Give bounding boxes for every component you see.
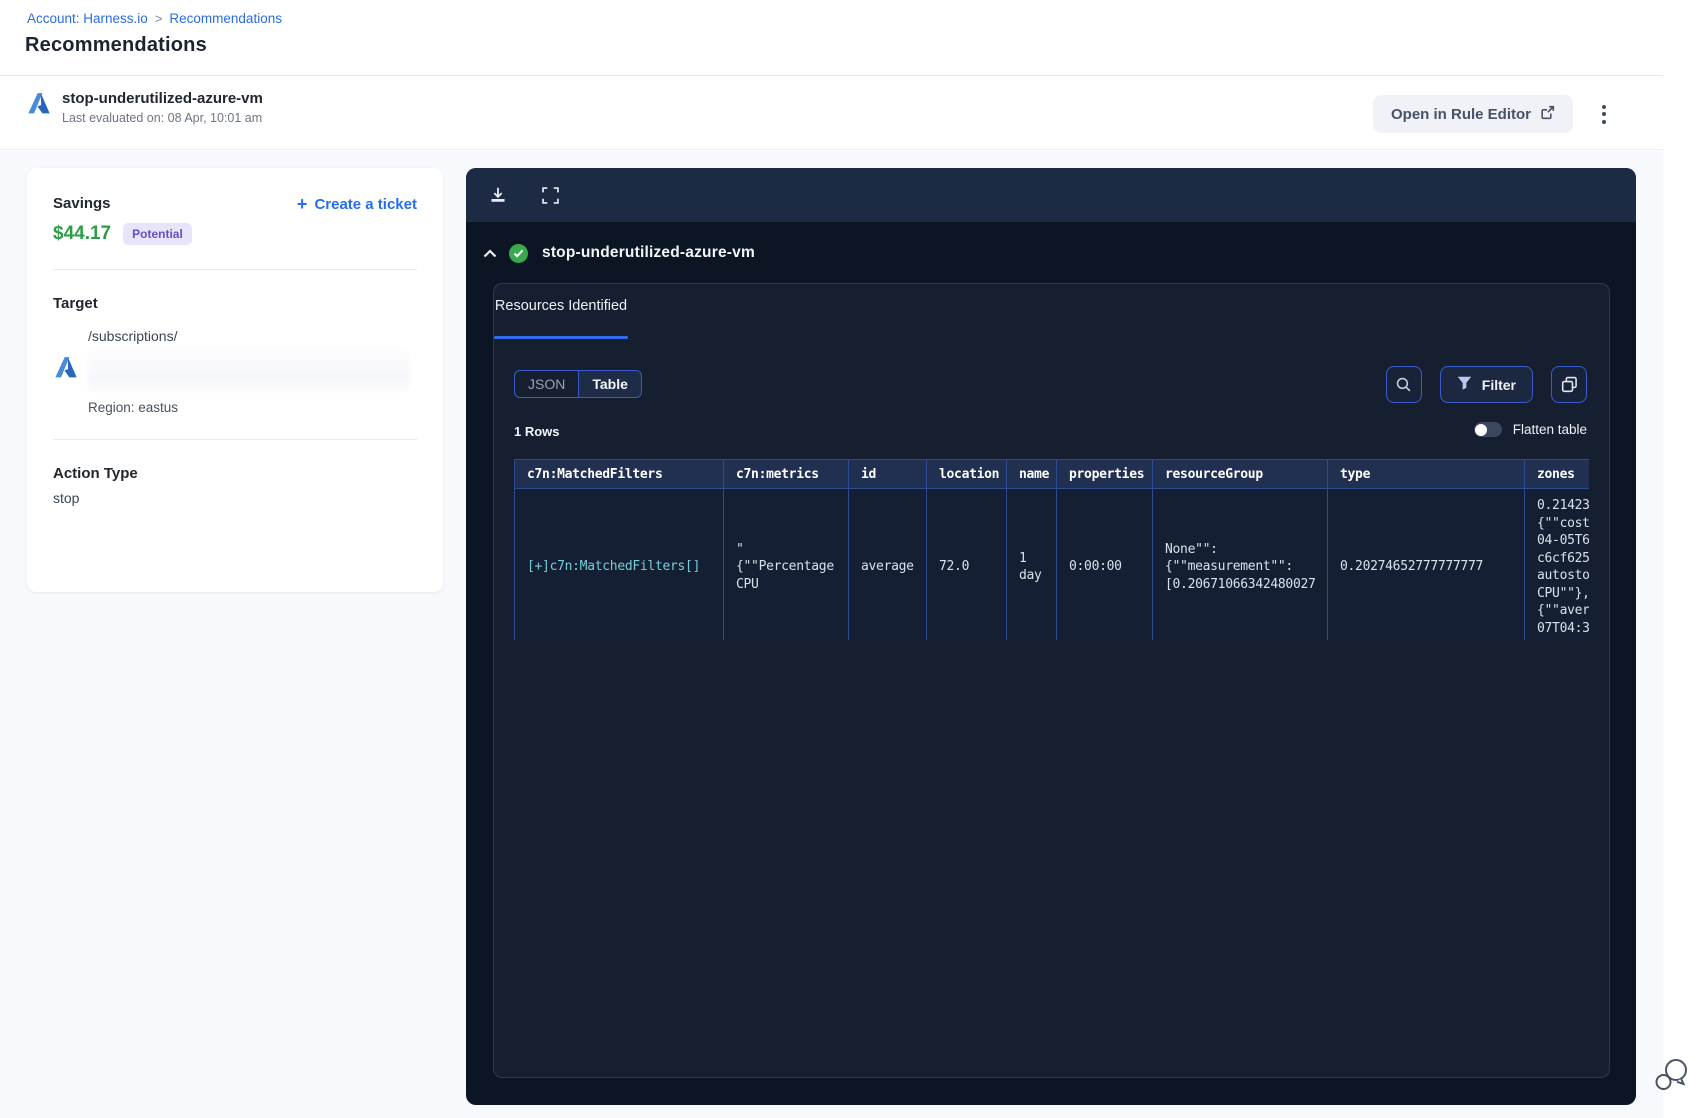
breadcrumb-link-account[interactable]: Account: Harness.io bbox=[27, 11, 148, 26]
col-zones: zones bbox=[1524, 459, 1589, 489]
divider bbox=[53, 269, 417, 270]
create-ticket-label: Create a ticket bbox=[314, 195, 417, 213]
col-id: id bbox=[848, 459, 927, 489]
flatten-table-toggle[interactable] bbox=[1473, 422, 1502, 437]
open-rule-editor-button[interactable]: Open in Rule Editor bbox=[1372, 95, 1573, 133]
azure-icon bbox=[53, 328, 79, 415]
col-metrics: c7n:metrics bbox=[723, 459, 849, 489]
action-type-label: Action Type bbox=[53, 465, 138, 482]
savings-label: Savings bbox=[53, 195, 111, 212]
cell-resource-group: None"": {""measurement"": [0.20671066342… bbox=[1152, 488, 1328, 640]
col-name: name bbox=[1006, 459, 1057, 489]
breadcrumb-separator: > bbox=[154, 11, 163, 26]
summary-card: Savings + Create a ticket $44.17 Potenti… bbox=[27, 168, 443, 592]
col-type: type bbox=[1327, 459, 1525, 489]
results-rule-title: stop-underutilized-azure-vm bbox=[542, 244, 755, 261]
rule-name: stop-underutilized-azure-vm bbox=[62, 90, 263, 107]
table-row: [+]c7n:MatchedFilters[] " {""Percentage … bbox=[514, 488, 1589, 640]
target-region: Region: eastus bbox=[88, 400, 179, 415]
json-view-toggle[interactable]: JSON bbox=[515, 371, 578, 397]
cell-properties: 0:00:00 bbox=[1056, 488, 1153, 640]
cell-matched-filters: [+]c7n:MatchedFilters[] bbox=[514, 488, 724, 640]
plus-icon: + bbox=[296, 194, 308, 214]
right-gutter bbox=[1664, 0, 1706, 1118]
results-panel: stop-underutilized-azure-vm Resources Id… bbox=[466, 168, 1636, 1105]
table-view-toggle[interactable]: Table bbox=[578, 371, 641, 397]
potential-badge: Potential bbox=[123, 223, 192, 245]
col-matched-filters: c7n:MatchedFilters bbox=[514, 459, 724, 489]
col-resource-group: resourceGroup bbox=[1152, 459, 1328, 489]
kebab-menu-button[interactable] bbox=[1592, 99, 1616, 129]
action-type-value: stop bbox=[53, 490, 80, 506]
azure-icon bbox=[26, 90, 52, 125]
cell-zones: 0.21423 {""cost 04-05T6 c6cf625 autosto … bbox=[1524, 488, 1589, 640]
support-chat-button[interactable] bbox=[1650, 1054, 1694, 1098]
recommendation-detail-page: Account: Harness.io > Recommendations Reco… bbox=[0, 0, 1706, 1118]
download-button[interactable] bbox=[487, 184, 509, 206]
col-properties: properties bbox=[1056, 459, 1153, 489]
cell-name: 1 day bbox=[1006, 488, 1057, 640]
cell-id: average bbox=[848, 488, 927, 640]
target-path: /subscriptions/ bbox=[88, 328, 178, 344]
cell-location: 72.0 bbox=[926, 488, 1007, 640]
open-rule-editor-label: Open in Rule Editor bbox=[1390, 105, 1531, 123]
table-header-row: c7n:MatchedFilters c7n:metrics id locati… bbox=[514, 459, 1589, 489]
fullscreen-button[interactable] bbox=[539, 184, 561, 206]
success-check-icon bbox=[509, 243, 528, 263]
view-mode-toggle: JSON Table bbox=[514, 370, 642, 398]
page-title: Recommendations bbox=[25, 34, 207, 56]
resources-card: Resources Identified JSON Table Filter 1… bbox=[493, 283, 1610, 1078]
target-label: Target bbox=[53, 295, 98, 312]
cell-type: 0.20274652777777777 bbox=[1327, 488, 1525, 640]
savings-value: $44.17 bbox=[53, 223, 112, 244]
content-area: Savings + Create a ticket $44.17 Potenti… bbox=[0, 151, 1663, 1118]
search-button[interactable] bbox=[1385, 366, 1422, 403]
tab-resources-identified[interactable]: Resources Identified bbox=[494, 298, 628, 314]
rule-header: stop-underutilized-azure-vm Last evaluat… bbox=[0, 77, 1663, 150]
external-link-icon bbox=[1540, 105, 1555, 124]
divider bbox=[53, 439, 417, 440]
filter-button[interactable]: Filter bbox=[1439, 366, 1533, 403]
filter-label: Filter bbox=[1481, 376, 1516, 393]
top-header: Account: Harness.io > Recommendations Reco… bbox=[0, 0, 1663, 76]
expand-matched-filters-link[interactable]: [+]c7n:MatchedFilters[] bbox=[527, 559, 700, 574]
redacted-target-id bbox=[88, 348, 410, 392]
filter-icon bbox=[1457, 376, 1472, 393]
tab-active-underline bbox=[494, 336, 628, 339]
copy-button[interactable] bbox=[1551, 366, 1587, 403]
results-toolbar bbox=[466, 168, 1636, 222]
collapse-chevron-button[interactable] bbox=[479, 242, 501, 264]
last-evaluated-text: Last evaluated on: 08 Apr, 10:01 am bbox=[62, 111, 263, 125]
breadcrumb-link-recommendations[interactable]: Recommendations bbox=[169, 11, 282, 26]
rows-count: 1 Rows bbox=[514, 424, 560, 439]
create-ticket-button[interactable]: + Create a ticket bbox=[297, 195, 417, 213]
cell-metrics: " {""Percentage CPU bbox=[723, 488, 849, 640]
resources-table: c7n:MatchedFilters c7n:metrics id locati… bbox=[514, 459, 1589, 640]
col-location: location bbox=[926, 459, 1007, 489]
resources-table-scroll[interactable]: c7n:MatchedFilters c7n:metrics id locati… bbox=[514, 459, 1589, 640]
flatten-table-label: Flatten table bbox=[1512, 422, 1587, 437]
main-column: Account: Harness.io > Recommendations Reco… bbox=[0, 0, 1663, 1118]
breadcrumb: Account: Harness.io > Recommendations bbox=[27, 11, 282, 26]
